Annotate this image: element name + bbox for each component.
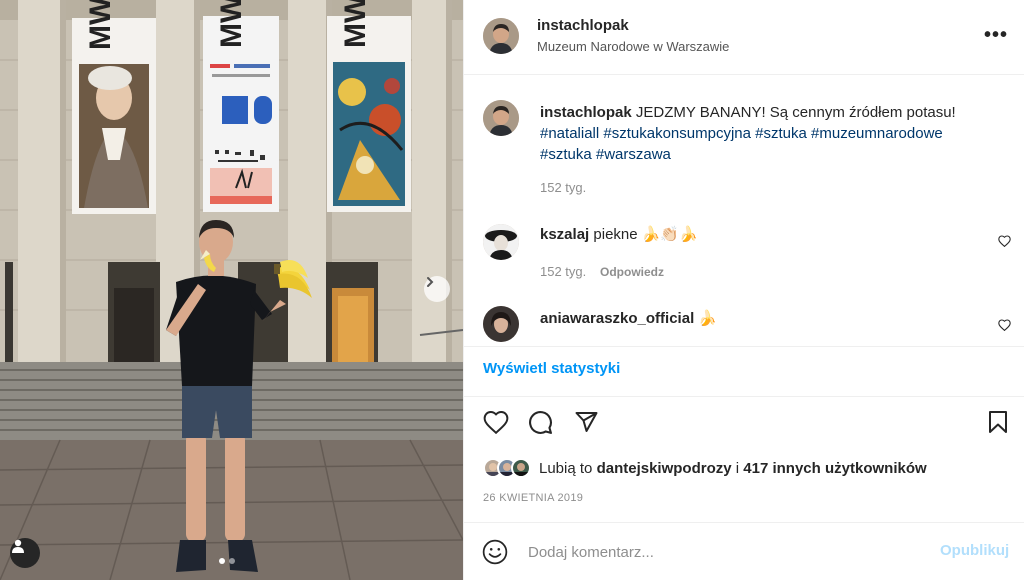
liker-username[interactable]: dantejskiwpodrozy xyxy=(597,460,732,477)
heart-outline-icon xyxy=(998,319,1011,332)
caption-author-avatar[interactable] xyxy=(483,100,519,136)
svg-text:MW: MW xyxy=(215,0,248,48)
smiley-face-icon xyxy=(482,539,508,565)
comment-input[interactable] xyxy=(528,541,908,563)
museum-photo-illustration: MW MW MW xyxy=(0,0,463,580)
caption-username[interactable]: instachlopak xyxy=(540,104,632,121)
comment-body: piekne 🍌👏🏻🍌 xyxy=(593,226,698,243)
avatar-image xyxy=(483,18,519,54)
comment-bubble-icon xyxy=(529,411,552,434)
post-date[interactable]: 26 KWIETNIA 2019 xyxy=(483,492,583,504)
comment-text: kszalaj piekne 🍌👏🏻🍌 xyxy=(540,224,980,245)
caption-timestamp[interactable]: 152 tyg. xyxy=(540,180,586,195)
likes-prefix: Lubią to xyxy=(539,459,593,477)
add-comment-bar: Opublikuj xyxy=(464,522,1024,580)
heart-outline-icon xyxy=(998,235,1011,248)
comments-list: instachlopak JEDZMY BANANY! Są cennym źr… xyxy=(464,76,1024,346)
heart-outline-icon xyxy=(483,411,509,435)
likes-join: i xyxy=(735,459,740,477)
post-comment-button[interactable]: Opublikuj xyxy=(940,542,1009,559)
avatar-image xyxy=(483,224,519,260)
comment-body: 🍌 xyxy=(698,310,718,327)
comment-button[interactable] xyxy=(528,410,553,440)
action-bar xyxy=(464,398,1024,448)
post-side-panel: instachlopak Muzeum Narodowe w Warszawie… xyxy=(463,0,1024,580)
caption-body: JEDZMY BANANY! Są cennym źródłem potasu! xyxy=(635,104,956,121)
post-header: instachlopak Muzeum Narodowe w Warszawie… xyxy=(464,0,1024,75)
emoji-picker-button[interactable] xyxy=(482,539,508,570)
likes-count-link[interactable]: 417 innych użytkowników xyxy=(743,460,926,477)
likes-text: Lubią to dantejskiwpodrozy i 417 innych … xyxy=(539,460,927,477)
post-photo[interactable]: MW MW MW xyxy=(0,0,463,580)
commenter-avatar[interactable] xyxy=(483,224,519,260)
avatar-image xyxy=(483,100,519,136)
commenter-username[interactable]: kszalaj xyxy=(540,226,589,243)
more-options-button[interactable]: ••• xyxy=(984,24,1008,47)
save-button[interactable] xyxy=(988,410,1008,439)
commenter-avatar[interactable] xyxy=(483,306,519,342)
hashtag-link[interactable]: #sztukakonsumpcyjna xyxy=(603,125,751,142)
liker-avatar[interactable] xyxy=(511,458,531,478)
avatar-image xyxy=(483,306,519,342)
svg-text:MW: MW xyxy=(84,0,117,50)
instagram-post: MW MW MW instachlopak Muzeum Narodowe w … xyxy=(0,0,1024,580)
hashtag-link[interactable]: #sztuka xyxy=(540,146,592,163)
carousel-dot xyxy=(229,558,235,564)
like-comment-button[interactable] xyxy=(998,318,1011,336)
likes-summary: Lubią to dantejskiwpodrozy i 417 innych … xyxy=(483,456,927,480)
caption-text: instachlopak JEDZMY BANANY! Są cennym źr… xyxy=(540,102,980,165)
carousel-dot-active xyxy=(219,558,225,564)
hashtag-link[interactable]: #warszawa xyxy=(596,146,671,163)
divider xyxy=(464,396,1024,397)
comment-text: aniawaraszko_official 🍌 xyxy=(540,308,980,329)
divider xyxy=(464,346,1024,347)
hashtag-link[interactable]: #muzeumnarodowe xyxy=(811,125,943,142)
svg-text:MW: MW xyxy=(339,0,372,48)
carousel-indicator xyxy=(219,558,235,564)
send-paper-plane-icon xyxy=(575,412,598,432)
hashtag-link[interactable]: #nataliall xyxy=(540,125,599,142)
view-insights-link[interactable]: Wyświetl statystyki xyxy=(483,360,620,377)
author-username[interactable]: instachlopak xyxy=(537,17,629,34)
share-button[interactable] xyxy=(574,410,599,439)
next-photo-button[interactable] xyxy=(424,276,450,302)
commenter-username[interactable]: aniawaraszko_official xyxy=(540,310,694,327)
chevron-right-icon xyxy=(427,277,434,287)
more-horizontal-icon: ••• xyxy=(984,24,1009,46)
hashtag-link[interactable]: #sztuka xyxy=(755,125,807,142)
tagged-people-button[interactable] xyxy=(10,538,40,568)
post-location[interactable]: Muzeum Narodowe w Warszawie xyxy=(537,39,729,54)
author-avatar[interactable] xyxy=(483,18,519,54)
reply-button[interactable]: Odpowiedz xyxy=(600,265,664,279)
avatar-image xyxy=(513,463,529,476)
like-button[interactable] xyxy=(483,410,509,439)
like-comment-button[interactable] xyxy=(998,234,1011,252)
person-icon xyxy=(12,539,24,553)
bookmark-icon xyxy=(989,411,1007,433)
comment-timestamp[interactable]: 152 tyg. xyxy=(540,264,586,279)
